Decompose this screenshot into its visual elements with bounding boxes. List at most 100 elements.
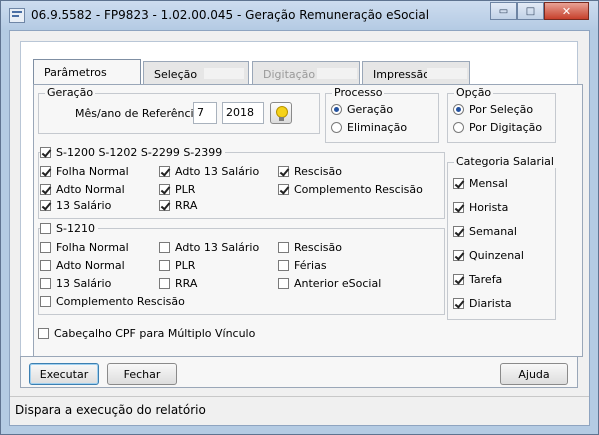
tab-label: Seleção — [154, 68, 198, 81]
checkbox-label: Anterior eSocial — [294, 277, 382, 290]
status-bar: Dispara a execução do relatório — [10, 396, 589, 425]
s1210-rra-checkbox[interactable]: RRA — [159, 277, 197, 290]
checkbox-indicator — [38, 328, 49, 339]
s1200-plr-checkbox[interactable]: PLR — [159, 183, 195, 196]
checkbox-indicator — [159, 200, 170, 211]
radio-por-selecao[interactable]: Por Seleção — [453, 103, 533, 116]
tab-label: Parâmetros — [44, 66, 107, 79]
s1200-complemento-rescisao-checkbox[interactable]: Complemento Rescisão — [278, 183, 423, 196]
checkbox-label: Adto Normal — [56, 259, 125, 272]
checkbox-indicator — [40, 260, 51, 271]
radio-label: Por Seleção — [469, 103, 534, 116]
executar-button[interactable]: Executar — [29, 363, 99, 385]
lookup-button[interactable] — [270, 102, 292, 124]
checkbox-indicator — [159, 278, 170, 289]
s1210-adto-13-checkbox[interactable]: Adto 13 Salário — [159, 241, 259, 254]
group-processo-legend: Processo — [332, 86, 385, 99]
checkbox-indicator — [40, 200, 51, 211]
tab-label: Digitação — [263, 68, 316, 81]
radio-indicator — [453, 104, 464, 115]
s1210-plr-checkbox[interactable]: PLR — [159, 259, 195, 272]
s1210-anterior-esocial-checkbox[interactable]: Anterior eSocial — [278, 277, 381, 290]
s1200-rra-checkbox[interactable]: RRA — [159, 199, 197, 212]
main-window: 06.9.5582 - FP9823 - 1.02.00.045 - Geraç… — [0, 0, 599, 435]
checkbox-label: Cabeçalho CPF para Múltiplo Vínculo — [54, 327, 256, 340]
checkbox-indicator — [40, 184, 51, 195]
categoria-tarefa-checkbox[interactable]: Tarefa — [453, 273, 502, 286]
month-input[interactable]: 7 — [193, 102, 217, 124]
radio-label: Eliminação — [347, 121, 408, 134]
checkbox-label: PLR — [175, 183, 196, 196]
checkbox-indicator — [159, 184, 170, 195]
radio-label: Geração — [347, 103, 394, 116]
tab-content-parametros: Geração Mês/ano de Referência: 7 2018 Pr… — [33, 84, 583, 357]
checkbox-label: Quinzenal — [469, 249, 524, 262]
s1210-complemento-rescisao-checkbox[interactable]: Complemento Rescisão — [40, 295, 185, 308]
minimize-button[interactable]: ▭ — [490, 2, 517, 20]
checkbox-indicator — [278, 184, 289, 195]
group-opcao-legend: Opção — [454, 86, 494, 99]
radio-indicator — [331, 122, 342, 133]
s1210-rescisao-checkbox[interactable]: Rescisão — [278, 241, 342, 254]
categoria-quinzenal-checkbox[interactable]: Quinzenal — [453, 249, 524, 262]
tab-selecao[interactable]: Seleção — [143, 61, 249, 85]
checkbox-indicator — [159, 166, 170, 177]
button-bar: Executar Fechar Ajuda — [20, 356, 578, 388]
checkbox-label: PLR — [175, 259, 196, 272]
lightbulb-base — [279, 117, 284, 121]
reference-label: Mês/ano de Referência: — [75, 107, 205, 120]
fechar-button[interactable]: Fechar — [107, 363, 177, 385]
checkbox-indicator — [453, 202, 464, 213]
categoria-diarista-checkbox[interactable]: Diarista — [453, 297, 512, 310]
dialog-client-area: Parâmetros Seleção Digitação Impressão G… — [9, 30, 590, 426]
ajuda-button[interactable]: Ajuda — [500, 363, 568, 385]
s1210-13-salario-checkbox[interactable]: 13 Salário — [40, 277, 111, 290]
checkbox-indicator — [453, 250, 464, 261]
s1200-adto-13-checkbox[interactable]: Adto 13 Salário — [159, 165, 259, 178]
checkbox-indicator — [453, 226, 464, 237]
year-input[interactable]: 2018 — [222, 102, 264, 124]
s1200-rescisao-checkbox[interactable]: Rescisão — [278, 165, 342, 178]
title-bar[interactable]: 06.9.5582 - FP9823 - 1.02.00.045 - Geraç… — [1, 1, 598, 29]
s1210-folha-normal-checkbox[interactable]: Folha Normal — [40, 241, 129, 254]
window-title: 06.9.5582 - FP9823 - 1.02.00.045 - Geraç… — [31, 8, 430, 22]
checkbox-label: Semanal — [469, 225, 517, 238]
radio-indicator — [331, 104, 342, 115]
s1210-group-checkbox[interactable]: S-1210 — [40, 222, 98, 235]
checkbox-label: Horista — [469, 201, 509, 214]
s1200-folha-normal-checkbox[interactable]: Folha Normal — [40, 165, 129, 178]
cabecalho-cpf-checkbox[interactable]: Cabeçalho CPF para Múltiplo Vínculo — [38, 327, 255, 340]
checkbox-label: RRA — [175, 199, 198, 212]
s1200-adto-normal-checkbox[interactable]: Adto Normal — [40, 183, 125, 196]
group-s1210: S-1210 Folha Normal Adto 13 Salário Resc… — [38, 222, 445, 315]
tab-label: Impressão — [373, 68, 430, 81]
app-icon — [9, 8, 25, 23]
tab-strip — [204, 68, 244, 79]
checkbox-label: Folha Normal — [56, 241, 129, 254]
close-button[interactable]: ✕ — [544, 2, 589, 20]
categoria-horista-checkbox[interactable]: Horista — [453, 201, 508, 214]
radio-eliminacao[interactable]: Eliminação — [331, 121, 407, 134]
group-categoria-legend: Categoria Salarial — [454, 155, 556, 168]
group-geracao: Geração Mês/ano de Referência: 7 2018 — [38, 86, 320, 134]
s1210-ferias-checkbox[interactable]: Férias — [278, 259, 327, 272]
radio-por-digitacao[interactable]: Por Digitação — [453, 121, 542, 134]
s1200-13-salario-checkbox[interactable]: 13 Salário — [40, 199, 111, 212]
checkbox-label: 13 Salário — [56, 199, 112, 212]
checkbox-indicator — [278, 242, 289, 253]
maximize-button[interactable]: □ — [517, 2, 544, 20]
checkbox-label: Férias — [294, 259, 327, 272]
checkbox-label: S-1200 S-1202 S-2299 S-2399 — [56, 146, 223, 159]
tab-strip — [427, 68, 467, 79]
s1210-adto-normal-checkbox[interactable]: Adto Normal — [40, 259, 125, 272]
s1200-group-checkbox[interactable]: S-1200 S-1202 S-2299 S-2399 — [40, 146, 226, 159]
categoria-semanal-checkbox[interactable]: Semanal — [453, 225, 517, 238]
checkbox-indicator — [453, 298, 464, 309]
radio-geracao[interactable]: Geração — [331, 103, 393, 116]
tab-strip — [317, 68, 357, 79]
checkbox-indicator — [159, 242, 170, 253]
checkbox-label: 13 Salário — [56, 277, 112, 290]
categoria-mensal-checkbox[interactable]: Mensal — [453, 177, 508, 190]
tab-impressao[interactable]: Impressão — [362, 61, 470, 85]
main-panel: Parâmetros Seleção Digitação Impressão G… — [20, 41, 583, 371]
